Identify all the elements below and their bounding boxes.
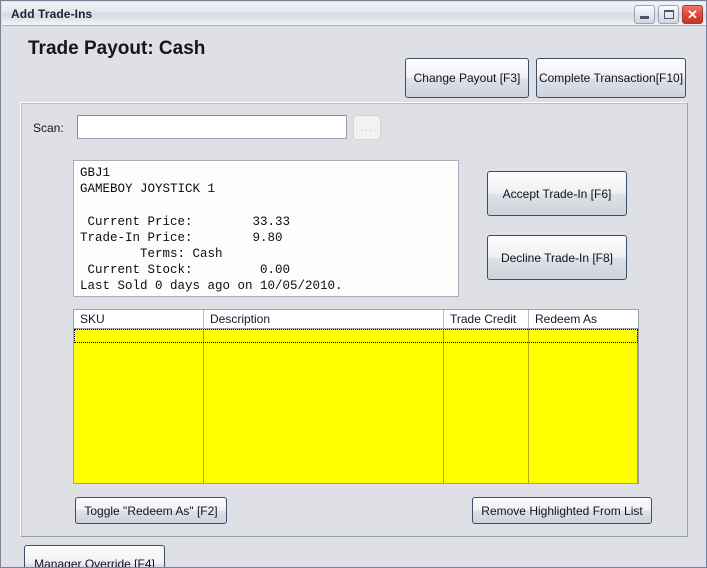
window-client-area: Trade Payout: Cash Change Payout [F3] Co… <box>2 26 706 567</box>
trade-in-group-panel: Scan: ... GBJ1 GAMEBOY JOYSTICK 1 Curren… <box>20 102 688 537</box>
grid-column-cells-redeem-as[interactable] <box>529 329 638 483</box>
scan-label: Scan: <box>33 121 64 135</box>
page-title: Trade Payout: Cash <box>28 38 206 59</box>
grid-column-description[interactable]: Description <box>204 310 444 328</box>
window-title: Add Trade-Ins <box>11 6 93 21</box>
maximize-icon <box>664 10 674 19</box>
manager-override-button[interactable]: Manager Override [F4] <box>24 545 165 567</box>
close-icon: ✕ <box>687 7 698 22</box>
grid-column-sku[interactable]: SKU <box>74 310 204 328</box>
minimize-icon <box>640 16 649 19</box>
complete-transaction-button[interactable]: Complete Transaction[F10] <box>536 58 686 98</box>
window-titlebar: Add Trade-Ins ✕ <box>2 2 706 26</box>
accept-trade-in-button[interactable]: Accept Trade-In [F6] <box>487 171 627 216</box>
maximize-button[interactable] <box>658 5 679 24</box>
grid-column-redeem-as[interactable]: Redeem As <box>529 310 638 328</box>
grid-column-cells-trade-credit[interactable] <box>444 329 529 483</box>
window-controls: ✕ <box>634 5 703 24</box>
decline-trade-in-button[interactable]: Decline Trade-In [F8] <box>487 235 627 280</box>
add-trade-ins-window: Add Trade-Ins ✕ Trade Payout: Cash Chang… <box>0 0 707 568</box>
item-detail-panel: GBJ1 GAMEBOY JOYSTICK 1 Current Price: 3… <box>73 160 459 297</box>
remove-highlighted-button[interactable]: Remove Highlighted From List <box>472 497 652 524</box>
grid-header-row: SKU Description Trade Credit Redeem As <box>74 310 638 329</box>
change-payout-button[interactable]: Change Payout [F3] <box>405 58 529 98</box>
grid-body[interactable] <box>74 329 638 483</box>
scan-browse-button[interactable]: ... <box>353 115 381 140</box>
toggle-redeem-as-button[interactable]: Toggle "Redeem As" [F2] <box>75 497 227 524</box>
minimize-button[interactable] <box>634 5 655 24</box>
scan-input[interactable] <box>77 115 347 139</box>
grid-column-trade-credit[interactable]: Trade Credit <box>444 310 529 328</box>
item-detail-text: GBJ1 GAMEBOY JOYSTICK 1 Current Price: 3… <box>80 166 343 294</box>
close-button[interactable]: ✕ <box>682 5 703 24</box>
grid-column-cells-description[interactable] <box>204 329 444 483</box>
grid-column-cells-sku[interactable] <box>74 329 204 483</box>
trade-in-list-grid[interactable]: SKU Description Trade Credit Redeem As <box>73 309 639 484</box>
